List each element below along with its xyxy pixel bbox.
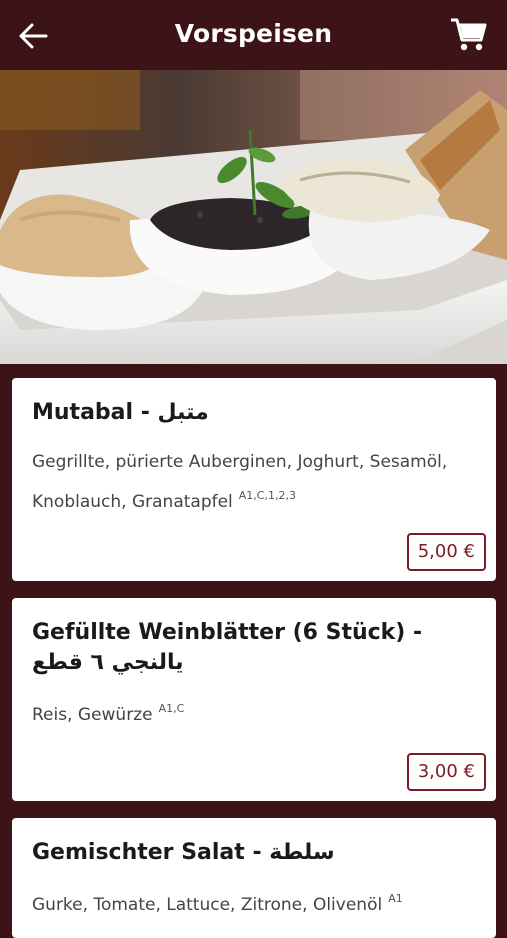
- app-bar: Vorspeisen: [0, 0, 507, 70]
- cart-button[interactable]: [449, 16, 489, 54]
- menu-item-card[interactable]: Gefüllte Weinblätter (6 Stück) - يالنجي …: [12, 598, 496, 801]
- category-hero-image: [0, 70, 507, 364]
- menu-item-card[interactable]: Gemischter Salat - سلطة Gurke, Tomate, L…: [12, 818, 496, 938]
- menu-item-title: Gefüllte Weinblätter (6 Stück) - يالنجي …: [32, 620, 423, 675]
- allergen-codes: A1: [388, 892, 403, 905]
- price-button[interactable]: 5,00 €: [406, 533, 486, 571]
- shopping-cart-icon: [451, 18, 487, 51]
- menu-item-title: Mutabal - متبل: [32, 400, 209, 425]
- menu-item-ingredients: Reis, Gewürze: [32, 705, 153, 725]
- menu-item-ingredients: Gurke, Tomate, Lattuce, Zitrone, Olivenö…: [32, 895, 383, 915]
- allergen-codes: A1,C: [158, 702, 185, 715]
- menu-item-card[interactable]: Mutabal - متبل Gegrillte, pürierte Auber…: [12, 378, 496, 581]
- page-title: Vorspeisen: [174, 19, 333, 48]
- price-button[interactable]: 3,00 €: [406, 753, 486, 791]
- menu-item-ingredients: Gegrillte, pürierte Auberginen, Joghurt,…: [32, 452, 448, 512]
- menu-item-description: Reis, Gewürze A1,C: [32, 692, 476, 732]
- allergen-codes: A1,C,1,2,3: [238, 489, 296, 502]
- menu-item-description: Gegrillte, pürierte Auberginen, Joghurt,…: [32, 446, 476, 519]
- menu-item-title: Gemischter Salat - سلطة: [32, 840, 335, 865]
- menu-item-description: Gurke, Tomate, Lattuce, Zitrone, Olivenö…: [32, 882, 476, 922]
